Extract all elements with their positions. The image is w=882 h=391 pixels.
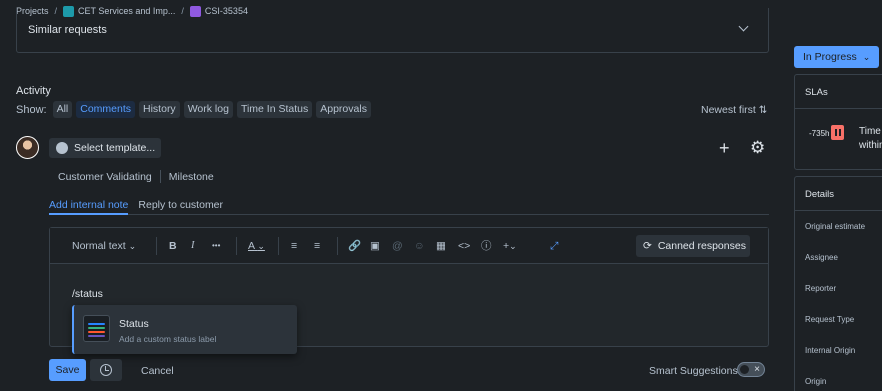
sla-text: Time within bbox=[859, 125, 882, 153]
sort-order-label: Newest first bbox=[701, 104, 756, 116]
filter-history[interactable]: History bbox=[139, 101, 180, 118]
avatar bbox=[16, 136, 39, 159]
field-reporter: Reporter bbox=[805, 284, 837, 293]
smart-suggestions-toggle[interactable]: × bbox=[737, 362, 765, 377]
filter-work-log[interactable]: Work log bbox=[183, 101, 233, 118]
add-icon[interactable]: + bbox=[719, 139, 730, 157]
template-icon bbox=[56, 142, 68, 154]
suggestion-description: Add a custom status label bbox=[119, 334, 217, 344]
status-label: In Progress bbox=[803, 51, 857, 63]
details-panel: Details Original estimate Assignee Repor… bbox=[794, 176, 882, 391]
canned-responses-button[interactable]: ⟳ Canned responses bbox=[636, 235, 750, 257]
text-style-dropdown[interactable]: Normal text ⌄ bbox=[72, 239, 136, 253]
link-icon[interactable]: 🔗 bbox=[348, 239, 361, 253]
details-title: Details bbox=[805, 189, 835, 200]
italic-button[interactable]: I bbox=[191, 239, 195, 253]
code-icon[interactable]: <> bbox=[458, 239, 470, 253]
status-line bbox=[88, 335, 105, 337]
canned-responses-label: Canned responses bbox=[657, 240, 746, 252]
suggestion-title: Status bbox=[119, 318, 149, 330]
info-icon[interactable]: ⓘ bbox=[481, 239, 492, 253]
gear-icon[interactable]: ⚙ bbox=[750, 139, 765, 157]
chevron-down-icon: ⌄ bbox=[128, 241, 137, 251]
status-line bbox=[88, 323, 105, 325]
chevron-down-icon[interactable] bbox=[738, 21, 749, 32]
chevron-down-icon: ⌄ bbox=[257, 241, 265, 251]
status-dropdown[interactable]: In Progress ⌄ bbox=[794, 46, 879, 68]
sla-title: SLAs bbox=[805, 87, 828, 98]
sla-panel: SLAs -735h Time within bbox=[794, 74, 882, 170]
similar-requests-label: Similar requests bbox=[28, 24, 107, 36]
cancel-button[interactable]: Cancel bbox=[141, 365, 174, 377]
close-icon: × bbox=[754, 364, 760, 375]
divider bbox=[159, 170, 161, 183]
show-label: Show: bbox=[16, 103, 47, 116]
emoji-icon[interactable]: ☺ bbox=[414, 239, 425, 253]
sla-text-line: Time within bbox=[859, 126, 882, 151]
select-template-label: Select template... bbox=[74, 142, 156, 154]
tab-reply-to-customer[interactable]: Reply to customer bbox=[138, 199, 223, 215]
insert-menu-button[interactable]: +⌄ bbox=[503, 239, 517, 253]
quick-link-customer-validating[interactable]: Customer Validating bbox=[58, 171, 152, 183]
mention-icon[interactable]: @ bbox=[392, 239, 403, 253]
editor-content[interactable]: /status bbox=[72, 288, 103, 300]
divider bbox=[795, 108, 882, 109]
field-assignee: Assignee bbox=[805, 253, 838, 262]
quick-transitions: Customer Validating Milestone bbox=[58, 170, 214, 183]
activity-title: Activity bbox=[16, 85, 51, 97]
activity-filter-bar: Show: All Comments History Work log Time… bbox=[16, 101, 371, 118]
divider bbox=[795, 210, 882, 211]
sort-order-button[interactable]: Newest first ⇅ bbox=[701, 104, 767, 116]
filter-time-in-status[interactable]: Time In Status bbox=[236, 101, 313, 118]
text-color-button[interactable]: A ⌄ bbox=[248, 239, 265, 253]
status-line bbox=[88, 331, 105, 333]
refresh-icon: ⟳ bbox=[643, 240, 652, 252]
more-formatting-button[interactable]: ••• bbox=[212, 239, 220, 253]
sla-time: -735h bbox=[809, 129, 830, 138]
status-line bbox=[88, 327, 105, 329]
editor-toolbar: Normal text ⌄ B I ••• A ⌄ ≡ ≡ 🔗 ▣ @ ☺ ▦ … bbox=[50, 228, 768, 264]
table-icon[interactable]: ▦ bbox=[436, 239, 446, 253]
filter-all[interactable]: All bbox=[52, 101, 73, 118]
field-original-estimate: Original estimate bbox=[805, 222, 866, 231]
filter-comments[interactable]: Comments bbox=[76, 101, 136, 118]
bullet-list-icon[interactable]: ≡ bbox=[291, 239, 297, 253]
similar-requests-panel[interactable]: Similar requests bbox=[16, 8, 769, 53]
toolbar-divider bbox=[236, 237, 237, 255]
toolbar-divider bbox=[278, 237, 279, 255]
toolbar-divider bbox=[156, 237, 157, 255]
filter-approvals[interactable]: Approvals bbox=[316, 101, 371, 118]
numbered-list-icon[interactable]: ≡ bbox=[314, 239, 320, 253]
save-button[interactable]: Save bbox=[49, 359, 86, 381]
toolbar-divider bbox=[337, 237, 338, 255]
sort-icon: ⇅ bbox=[758, 105, 768, 116]
schedule-button[interactable] bbox=[90, 359, 122, 381]
select-template-button[interactable]: Select template... bbox=[49, 138, 161, 158]
field-origin: Origin bbox=[805, 377, 827, 386]
tab-add-internal-note[interactable]: Add internal note bbox=[49, 199, 129, 215]
image-icon[interactable]: ▣ bbox=[370, 239, 380, 253]
status-suggestion-item[interactable]: Status Add a custom status label bbox=[72, 305, 297, 354]
field-request-type: Request Type bbox=[805, 315, 855, 324]
smart-suggestions-label: Smart Suggestions bbox=[649, 365, 738, 377]
toggle-knob bbox=[740, 365, 749, 374]
status-list-icon bbox=[83, 315, 110, 342]
chevron-down-icon: ⌄ bbox=[862, 51, 871, 62]
collapse-icon[interactable]: ⤢ bbox=[550, 239, 558, 253]
bold-button[interactable]: B bbox=[169, 239, 177, 253]
quick-link-milestone[interactable]: Milestone bbox=[169, 171, 214, 183]
chevron-down-icon: ⌄ bbox=[509, 241, 517, 251]
comment-tabs: Add internal note Reply to customer bbox=[49, 199, 769, 215]
pause-icon bbox=[831, 125, 844, 140]
clock-icon bbox=[100, 364, 112, 376]
field-internal-origin: Internal Origin bbox=[805, 346, 856, 355]
